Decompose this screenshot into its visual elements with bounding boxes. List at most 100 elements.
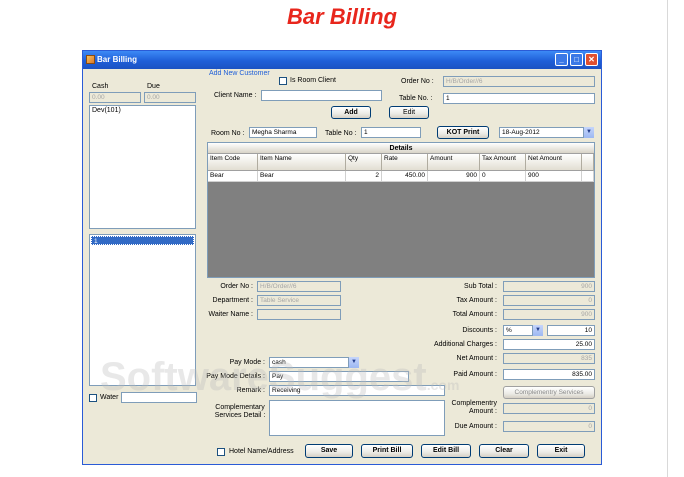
due-label: Due [147,83,160,90]
table-cell[interactable]: 0 [480,171,526,182]
tax-amount-field[interactable]: 0 [503,295,595,306]
room-list[interactable]: Dev(101) [89,105,196,229]
minimize-button[interactable]: _ [555,53,568,66]
title-bar[interactable]: Bar Billing _ □ ✕ [83,51,601,69]
date-value: 18-Aug-2012 [502,129,540,136]
exit-button[interactable]: Exit [537,444,585,458]
client-name-input[interactable] [261,90,382,101]
room-client-label: Is Room Client [290,77,336,84]
remark-input[interactable]: Receiving [269,385,445,396]
column-header[interactable]: Rate [382,154,428,171]
department-field[interactable]: Table Service [257,295,341,306]
details-grid: Details Item Code Item Name Qty Rate Amount T… [207,142,595,278]
comp-services-detail-textarea[interactable] [269,400,445,436]
sub-total-label: Sub Total : [464,283,497,290]
order-no-label: Order No : [401,78,434,85]
waiter-name-label: Waiter Name : [208,311,253,318]
room-table-no-input[interactable]: 1 [361,127,421,138]
department-label: Department : [212,297,253,304]
cash-field[interactable]: 0.00 [89,92,141,103]
pay-mode-select[interactable]: cash [269,357,359,368]
selected-list-item[interactable]: 1 [91,236,194,245]
edit-bill-button[interactable]: Edit Bill [421,444,471,458]
hotel-name-label: Hotel Name/Address [229,448,294,455]
column-header[interactable]: Amount [428,154,480,171]
column-header[interactable]: Tax Amount [480,154,526,171]
app-icon [86,55,95,64]
table-cell[interactable]: 900 [526,171,582,182]
complementry-amount-field[interactable]: 0 [503,403,595,414]
clear-button[interactable]: Clear [479,444,529,458]
total-amount-field[interactable]: 900 [503,309,595,320]
additional-charges-label: Additional Charges : [433,341,497,348]
date-picker[interactable]: 18-Aug-2012 [499,127,594,138]
room-no-input[interactable]: Megha Sharma [249,127,317,138]
pay-mode-value: cash [272,359,286,366]
table-cell[interactable]: 450.00 [382,171,428,182]
chevron-down-icon[interactable]: ▼ [532,325,543,336]
due-amount-field[interactable]: 0 [503,421,595,432]
cash-label: Cash [92,83,109,90]
due-field[interactable]: 0.00 [144,92,196,103]
chevron-down-icon[interactable]: ▼ [348,357,359,368]
paid-amount-input[interactable]: 835.00 [503,369,595,380]
window-client-area: Cash Due 0.00 0.00 Dev(101) 1 Water Add … [83,69,601,464]
discount-value-input[interactable]: 10 [547,325,595,336]
save-button[interactable]: Save [305,444,353,458]
pay-mode-label: Pay Mode : [229,359,265,366]
additional-charges-input[interactable]: 25.00 [503,339,595,350]
kot-print-button[interactable]: KOT Print [437,126,489,139]
add-button[interactable]: Add [331,106,371,119]
list-item[interactable]: Dev(101) [90,106,195,115]
add-customer-group-label: Add New Customer [209,70,270,77]
client-name-label: Client Name : [214,92,257,99]
page-banner-title: Bar Billing [286,4,397,29]
discount-type-value: % [506,327,512,334]
column-header[interactable]: Item Code [208,154,258,171]
complementry-services-button[interactable]: Complementry Services [503,386,595,399]
column-header-filler [582,154,594,171]
table-cell[interactable]: 2 [346,171,382,182]
details-grid-title: Details [208,143,594,154]
close-button[interactable]: ✕ [585,53,598,66]
table-cell[interactable]: Bear [208,171,258,182]
column-header[interactable]: Net Amount [526,154,582,171]
pay-mode-details-input[interactable]: Pay [269,371,409,382]
water-label: Water [100,394,119,401]
table-no-input[interactable]: 1 [443,93,595,104]
table-no-label: Table No. : [399,95,433,102]
remark-label: Remark : [236,387,265,394]
room-client-checkbox[interactable] [279,77,287,85]
column-header[interactable]: Qty [346,154,382,171]
sub-total-field[interactable]: 900 [503,281,595,292]
water-field[interactable] [121,392,197,403]
order-no-field[interactable]: H/B/Order//6 [443,76,595,87]
total-amount-label: Total Amount : [452,311,497,318]
chevron-down-icon[interactable]: ▼ [583,127,594,138]
room-table-no-label: Table No : [325,130,357,137]
room-no-label: Room No : [211,130,245,137]
water-checkbox[interactable] [89,394,97,402]
net-amount-field[interactable]: 835 [503,353,595,364]
bottom-order-no-field[interactable]: H/B/Order//6 [257,281,341,292]
bar-billing-window: Bar Billing _ □ ✕ Cash Due 0.00 0.00 Dev… [82,50,602,465]
maximize-button[interactable]: □ [570,53,583,66]
net-amount-label: Net Amount : [456,355,497,362]
edit-button[interactable]: Edit [389,106,429,119]
print-bill-button[interactable]: Print Bill [361,444,413,458]
discounts-label: Discounts : [462,327,497,334]
table-row-filler [582,171,594,182]
column-header[interactable]: Item Name [258,154,346,171]
table-cell[interactable]: 900 [428,171,480,182]
waiter-name-field[interactable] [257,309,341,320]
table-cell[interactable]: Bear [258,171,346,182]
paid-amount-label: Paid Amount : [453,371,497,378]
bottom-order-no-label: Order No : [220,283,253,290]
pay-mode-details-label: Pay Mode Details : [206,373,265,380]
hotel-name-checkbox[interactable] [217,448,225,456]
comp-services-detail-label: Complementary Services Detail : [214,404,266,419]
tax-amount-label: Tax Amount : [456,297,497,304]
page-divider [667,0,668,477]
window-title: Bar Billing [97,55,138,64]
table-list[interactable]: 1 [89,234,196,386]
